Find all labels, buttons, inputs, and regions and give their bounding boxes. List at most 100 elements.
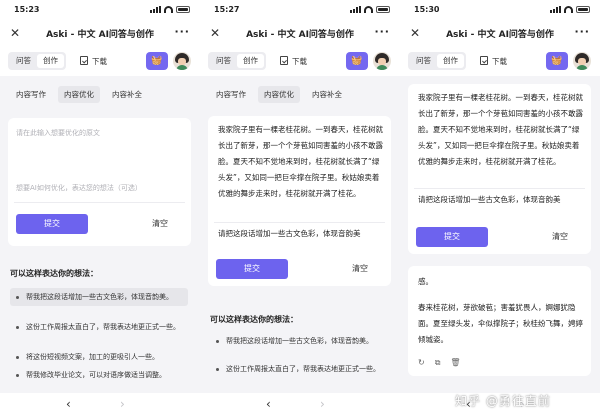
- avatar[interactable]: [373, 52, 391, 70]
- more-icon[interactable]: ···: [374, 25, 390, 38]
- submit-button[interactable]: 提交: [216, 259, 288, 279]
- tab-content-writing[interactable]: 内容写作: [210, 86, 252, 103]
- status-icons: [550, 6, 590, 13]
- app-title: Aski - 中文 AI问答与创作: [46, 30, 154, 40]
- original-text-input[interactable]: 请在此输入想要优化的原文: [16, 128, 100, 138]
- input-card: 请在此输入想要优化的原文 想要AI如何优化，表达您的想法（可选） 提交 清空: [8, 118, 191, 246]
- app-title: Aski - 中文 AI问答与创作: [446, 30, 554, 40]
- toolbar: 问答 创作 下载 🧺: [0, 46, 200, 76]
- tab-create[interactable]: 创作: [37, 54, 64, 68]
- nav-bar: ‹ ›: [200, 393, 400, 419]
- status-time: 15:27: [214, 5, 240, 14]
- example-item[interactable]: 这份工作周报太直白了，帮我表达地更正式一些。: [210, 360, 388, 378]
- status-bar: 15:30: [400, 0, 600, 22]
- tab-content-optimize[interactable]: 内容优化: [58, 86, 100, 103]
- result-text: 春来桂花树，芽欲破苞；害羞犹畏人，婀娜犹隐面。夏至绿头发，伞似撑院子；秋桂纷飞舞…: [418, 303, 583, 344]
- avatar[interactable]: [573, 52, 591, 70]
- wifi-icon: [564, 6, 573, 13]
- download-icon[interactable]: [80, 56, 88, 65]
- tab-content-complete[interactable]: 内容补全: [106, 86, 148, 103]
- basket-icon[interactable]: 🧺: [546, 52, 568, 70]
- back-icon[interactable]: ‹: [66, 397, 71, 411]
- title-bar: ✕ Aski - 中文 AI问答与创作 ···: [400, 22, 600, 46]
- status-time: 15:30: [414, 5, 440, 14]
- wifi-icon: [364, 6, 373, 13]
- status-bar: 15:27: [200, 0, 400, 22]
- download-icon[interactable]: [280, 56, 288, 65]
- tab-content-writing[interactable]: 内容写作: [10, 86, 52, 103]
- idea-text[interactable]: 请把这段话增加一些古文色彩，体现音韵美: [418, 192, 583, 208]
- toolbar: 问答 创作 下载 🧺: [400, 46, 600, 76]
- watermark: 知乎 @勇往直前: [455, 394, 551, 408]
- delete-icon[interactable]: 🗑: [450, 358, 460, 368]
- idea-input[interactable]: 想要AI如何优化，表达您的想法（可选）: [16, 183, 142, 193]
- result-actions: ↻ ⧉ 🗑: [418, 358, 461, 368]
- back-icon[interactable]: ‹: [266, 397, 271, 411]
- tab-create[interactable]: 创作: [237, 54, 264, 68]
- tab-content-optimize[interactable]: 内容优化: [258, 86, 300, 103]
- tab-qa[interactable]: 问答: [10, 54, 37, 68]
- screen-2: 15:27 ✕ Aski - 中文 AI问答与创作 ··· 问答 创作 下载 🧺…: [200, 0, 400, 419]
- copy-icon[interactable]: ⧉: [435, 358, 441, 368]
- status-bar: 15:23: [0, 0, 200, 22]
- battery-icon: [376, 6, 390, 13]
- mode-switch: 问答 创作: [408, 52, 466, 70]
- download-button[interactable]: 下载: [292, 56, 307, 67]
- battery-icon: [576, 6, 590, 13]
- signal-icon: [550, 6, 561, 13]
- title-bar: ✕ Aski - 中文 AI问答与创作 ···: [0, 22, 200, 46]
- hint-title: 可以这样表达你的想法：: [210, 315, 298, 324]
- content-tabs: 内容写作 内容优化 内容补全: [210, 86, 348, 103]
- original-text[interactable]: 我家院子里有一棵老桂花树。一到春天，桂花树就长出了新芽，那一个个芽苞如同害羞的小…: [218, 122, 383, 220]
- status-time: 15:23: [14, 5, 40, 14]
- app-title: Aski - 中文 AI问答与创作: [246, 30, 354, 40]
- download-icon[interactable]: [480, 56, 488, 65]
- refresh-icon[interactable]: ↻: [418, 358, 425, 368]
- forward-icon[interactable]: ›: [120, 397, 125, 411]
- content-tabs: 内容写作 内容优化 内容补全: [10, 86, 148, 103]
- status-icons: [350, 6, 390, 13]
- example-item[interactable]: 帮我把这段话增加一些古文色彩，体现音韵美。: [10, 288, 188, 306]
- clear-button[interactable]: 清空: [540, 227, 580, 247]
- more-icon[interactable]: ···: [174, 25, 190, 38]
- submit-button[interactable]: 提交: [416, 227, 488, 247]
- screen-1: 15:23 ✕ Aski - 中文 AI问答与创作 ··· 问答 创作 下载 🧺…: [0, 0, 200, 419]
- example-item[interactable]: 帮我修改毕业论文，可以对语序做适当调整。: [10, 366, 188, 384]
- example-item[interactable]: 这份工作周报太直白了，帮我表达地更正式一些。: [10, 318, 188, 336]
- example-item[interactable]: 将这份短视频文案，加工的更吸引人一些。: [10, 348, 188, 366]
- screen-3: 15:30 ✕ Aski - 中文 AI问答与创作 ··· 问答 创作 下载 🧺…: [400, 0, 600, 419]
- example-item[interactable]: 帮我把这段话增加一些古文色彩，体现音韵美。: [210, 332, 388, 350]
- idea-text[interactable]: 请把这段话增加一些古文色彩，体现音韵美: [218, 226, 383, 242]
- mode-switch: 问答 创作: [208, 52, 266, 70]
- result-card: 感。 春来桂花树，芽欲破苞；害羞犹畏人，婀娜犹隐面。夏至绿头发，伞似撑院子；秋桂…: [408, 266, 591, 376]
- divider: [214, 222, 385, 223]
- signal-icon: [150, 6, 161, 13]
- hint-title: 可以这样表达你的想法：: [10, 269, 98, 278]
- divider: [14, 202, 185, 203]
- tab-qa[interactable]: 问答: [410, 54, 437, 68]
- wifi-icon: [164, 6, 173, 13]
- input-card: 我家院子里有一棵老桂花树。一到春天，桂花树就长出了新芽，那一个个芽苞如同害羞的小…: [408, 84, 591, 254]
- download-button[interactable]: 下载: [492, 56, 507, 67]
- more-icon[interactable]: ···: [574, 25, 590, 38]
- signal-icon: [350, 6, 361, 13]
- forward-icon[interactable]: ›: [320, 397, 325, 411]
- submit-button[interactable]: 提交: [16, 214, 88, 234]
- download-button[interactable]: 下载: [92, 56, 107, 67]
- tab-content-complete[interactable]: 内容补全: [306, 86, 348, 103]
- battery-icon: [176, 6, 190, 13]
- mode-switch: 问答 创作: [8, 52, 66, 70]
- basket-icon[interactable]: 🧺: [346, 52, 368, 70]
- clear-button[interactable]: 清空: [140, 214, 180, 234]
- basket-icon[interactable]: 🧺: [146, 52, 168, 70]
- clear-button[interactable]: 清空: [340, 259, 380, 279]
- status-icons: [150, 6, 190, 13]
- tab-qa[interactable]: 问答: [210, 54, 237, 68]
- original-text[interactable]: 我家院子里有一棵老桂花树。一到春天，桂花树就长出了新芽，那一个个芽苞如同害羞的小…: [418, 90, 583, 188]
- avatar[interactable]: [173, 52, 191, 70]
- tab-create[interactable]: 创作: [437, 54, 464, 68]
- input-card: 我家院子里有一棵老桂花树。一到春天，桂花树就长出了新芽，那一个个芽苞如同害羞的小…: [208, 116, 391, 286]
- result-lead: 感。: [418, 277, 433, 286]
- divider: [414, 188, 585, 189]
- title-bar: ✕ Aski - 中文 AI问答与创作 ···: [200, 22, 400, 46]
